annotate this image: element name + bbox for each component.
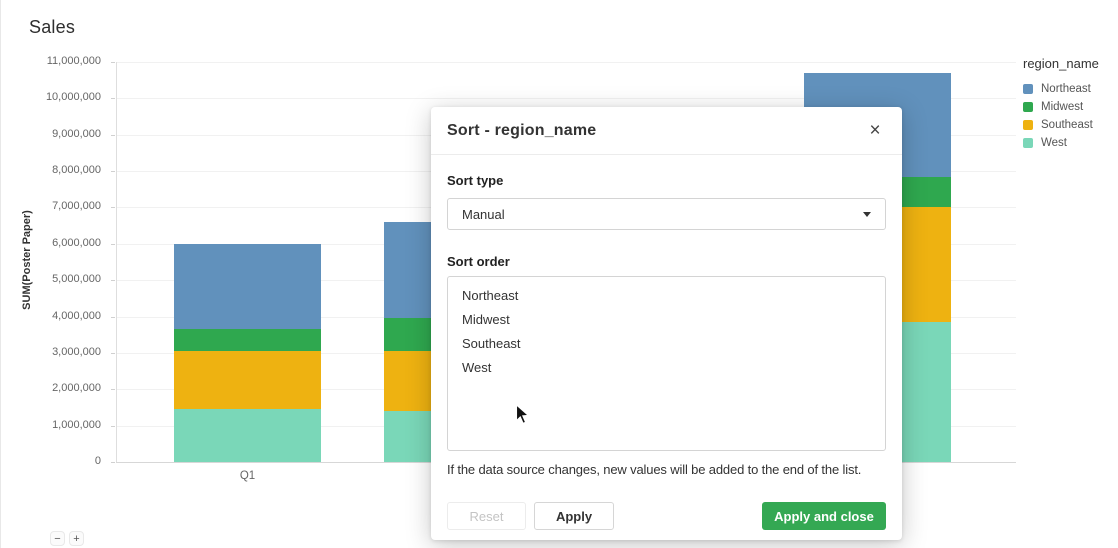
y-tick-label: 3,000,000 xyxy=(17,346,101,358)
legend-item-midwest[interactable]: Midwest xyxy=(1023,100,1083,114)
y-tick-mark xyxy=(111,426,115,427)
sort-type-label: Sort type xyxy=(447,173,503,188)
bar-segment-southeast[interactable] xyxy=(174,351,321,409)
legend-label: Midwest xyxy=(1041,101,1083,113)
y-tick-mark xyxy=(111,207,115,208)
y-tick-mark xyxy=(111,317,115,318)
y-axis-title: SUM(Poster Paper) xyxy=(21,160,33,360)
zoom-in-button[interactable]: + xyxy=(69,531,84,546)
y-tick-mark xyxy=(111,280,115,281)
legend-item-west[interactable]: West xyxy=(1023,136,1067,150)
y-tick-mark xyxy=(111,171,115,172)
legend-item-northeast[interactable]: Northeast xyxy=(1023,82,1091,96)
sort-dialog-title: Sort - region_name xyxy=(447,122,596,140)
y-tick-label: 6,000,000 xyxy=(17,237,101,249)
workbook-page: Sales SUM(Poster Paper) 0 1,000,000 2,000,… xyxy=(0,0,1118,548)
sort-order-listbox[interactable]: NortheastMidwestSoutheastWest xyxy=(447,276,886,451)
sort-dialog-note: If the data source changes, new values w… xyxy=(447,462,886,477)
y-tick-mark xyxy=(111,244,115,245)
y-tick-label: 1,000,000 xyxy=(17,419,101,431)
page-title: Sales xyxy=(29,17,75,38)
x-tick-label: Q1 xyxy=(208,470,288,482)
sort-type-selected-value: Manual xyxy=(462,207,505,222)
chevron-down-icon xyxy=(863,212,871,217)
sort-order-item[interactable]: Southeast xyxy=(448,332,885,356)
y-tick-mark xyxy=(111,389,115,390)
apply-and-close-button[interactable]: Apply and close xyxy=(762,502,886,530)
y-tick-mark xyxy=(111,353,115,354)
y-tick-label: 11,000,000 xyxy=(17,55,101,67)
y-tick-label: 4,000,000 xyxy=(17,310,101,322)
bar-segment-northeast[interactable] xyxy=(174,244,321,329)
y-tick-label: 10,000,000 xyxy=(17,91,101,103)
sort-dialog-header: Sort - region_name × xyxy=(431,107,902,155)
sort-dialog-footer: Reset Apply Apply and close xyxy=(431,502,902,530)
reset-button[interactable]: Reset xyxy=(447,502,526,530)
bar-segment-midwest[interactable] xyxy=(174,329,321,351)
zoom-out-button[interactable]: − xyxy=(50,531,65,546)
sort-type-select[interactable]: Manual xyxy=(447,198,886,230)
legend-swatch-icon xyxy=(1023,138,1033,148)
legend-title: region_name xyxy=(1023,56,1099,71)
sort-dialog: Sort - region_name × Sort type Manual So… xyxy=(431,107,902,540)
y-tick-mark xyxy=(111,462,115,463)
legend-swatch-icon xyxy=(1023,120,1033,130)
mouse-cursor xyxy=(515,404,530,426)
legend-label: Northeast xyxy=(1041,83,1091,95)
grid-line xyxy=(116,62,1016,63)
y-tick-label: 8,000,000 xyxy=(17,164,101,176)
legend-label: Southeast xyxy=(1041,119,1093,131)
sort-order-item[interactable]: Midwest xyxy=(448,308,885,332)
legend-label: West xyxy=(1041,137,1067,149)
y-tick-mark xyxy=(111,98,115,99)
sort-order-label: Sort order xyxy=(447,254,886,269)
sort-dialog-body: Sort type Manual Sort order NortheastMid… xyxy=(431,155,902,477)
y-tick-label: 7,000,000 xyxy=(17,200,101,212)
sort-order-item[interactable]: Northeast xyxy=(448,284,885,308)
apply-button[interactable]: Apply xyxy=(534,502,614,530)
y-tick-mark xyxy=(111,62,115,63)
legend-item-southeast[interactable]: Southeast xyxy=(1023,118,1093,132)
y-tick-label: 0 xyxy=(17,455,101,467)
y-tick-label: 9,000,000 xyxy=(17,128,101,140)
legend-swatch-icon xyxy=(1023,102,1033,112)
close-icon[interactable]: × xyxy=(864,120,886,142)
y-tick-label: 2,000,000 xyxy=(17,382,101,394)
y-axis-line xyxy=(116,62,117,462)
legend-swatch-icon xyxy=(1023,84,1033,94)
y-tick-label: 5,000,000 xyxy=(17,273,101,285)
sort-order-item[interactable]: West xyxy=(448,356,885,380)
bar-segment-west[interactable] xyxy=(174,409,321,462)
y-tick-mark xyxy=(111,135,115,136)
